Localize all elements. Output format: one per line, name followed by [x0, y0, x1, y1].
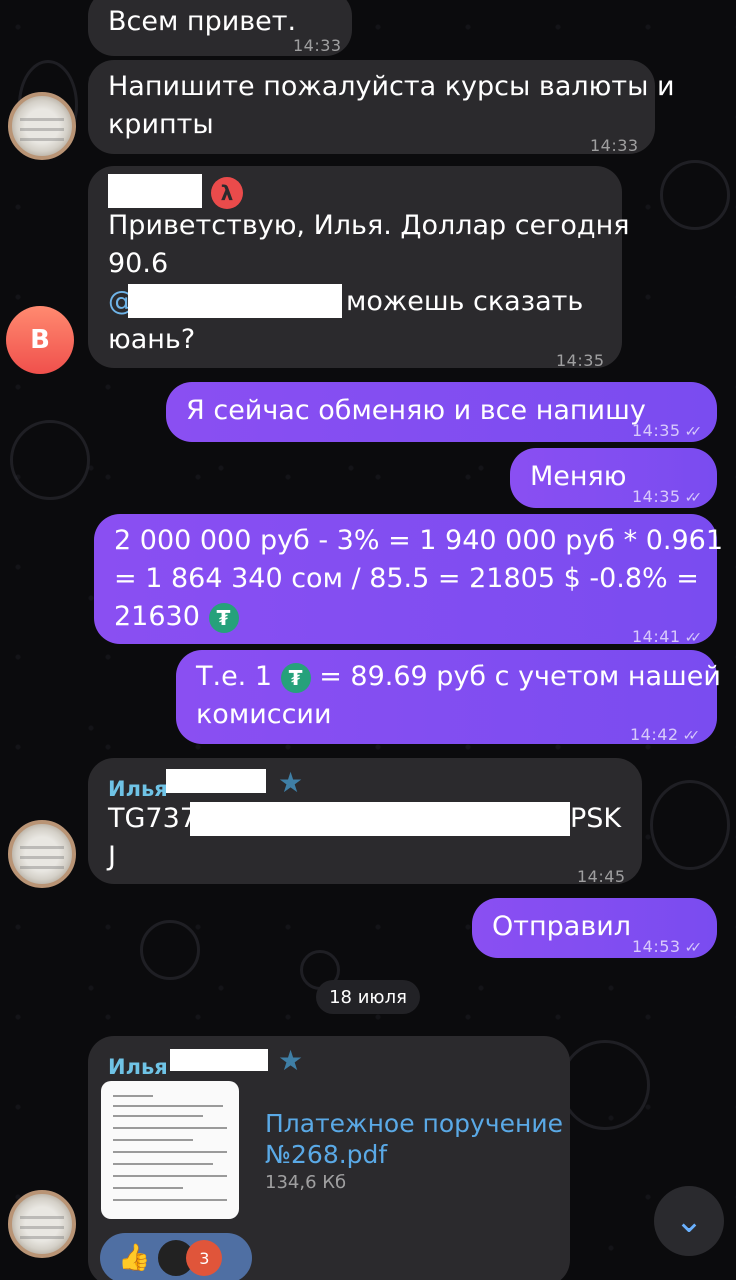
message-time: 14:53 ✓✓ [632, 937, 703, 956]
redacted-sender-surname [166, 769, 266, 793]
message-text: J [108, 841, 116, 872]
pdf-thumbnail[interactable] [101, 1081, 239, 1219]
avatar-v[interactable]: В [6, 306, 74, 374]
message-text: 21630 ₮ [114, 598, 239, 636]
message-time: 14:35 ✓✓ [632, 421, 703, 440]
message-bubble-outgoing[interactable]: Т.е. 1 ₮ = 89.69 руб с учетом нашей коми… [176, 650, 721, 744]
star-icon: ★ [278, 766, 304, 799]
message-time: 14:45 [577, 867, 626, 886]
message-time: 14:35 [556, 351, 605, 370]
wallpaper-doodle [650, 780, 730, 870]
message-bubble-outgoing[interactable]: Отправил 14:53 ✓✓ [472, 898, 717, 958]
message-text: Я сейчас обменяю и все напишу [186, 395, 646, 426]
wallpaper-doodle [10, 420, 90, 500]
message-text: Напишите пожалуйста курсы валюты и [108, 71, 675, 102]
message-text: Всем привет. [108, 6, 297, 37]
redacted-sender-name [108, 174, 202, 208]
message-bubble-outgoing[interactable]: 2 000 000 руб - 3% = 1 940 000 руб * 0.9… [94, 514, 723, 646]
wallpaper-doodle [140, 920, 200, 980]
redacted-sender-surname [170, 1049, 268, 1071]
read-ticks-icon: ✓✓ [682, 728, 701, 744]
read-ticks-icon: ✓✓ [684, 424, 703, 440]
chevron-down-icon: ⌄ [674, 1201, 704, 1241]
read-ticks-icon: ✓✓ [684, 630, 703, 646]
wallpaper-doodle [560, 1040, 650, 1130]
message-bubble-outgoing[interactable]: Меняю 14:35 ✓✓ [510, 448, 717, 508]
message-text: можешь сказать [346, 286, 584, 317]
message-text: комиссии [196, 699, 332, 730]
sender-badge-icon: λ [211, 177, 243, 209]
message-text: Т.е. 1 ₮ = 89.69 руб с учетом нашей [196, 661, 721, 693]
date-separator: 18 июля [316, 980, 420, 1014]
message-time: 14:42 ✓✓ [630, 725, 701, 744]
message-text: 90.6 [108, 248, 169, 279]
message-text: PSK [570, 803, 622, 834]
message-text: Меняю [530, 461, 627, 492]
read-ticks-icon: ✓✓ [684, 490, 703, 506]
redacted-account-number [190, 802, 570, 836]
tether-icon: ₮ [280, 662, 311, 693]
message-text: крипты [108, 109, 214, 140]
reactions-bar[interactable]: 👍 3 [100, 1233, 252, 1280]
message-bubble-outgoing[interactable]: Я сейчас обменяю и все напишу 14:35 ✓✓ [166, 382, 717, 442]
star-icon: ★ [278, 1044, 304, 1077]
message-text: Отправил [492, 911, 632, 942]
message-bubble-incoming[interactable]: Напишите пожалуйста курсы валюты и крипт… [88, 60, 675, 155]
reaction-count: 3 [186, 1240, 223, 1276]
message-text: = 1 864 340 сом / 85.5 = 21805 $ -0.8% = [114, 563, 699, 594]
message-text: 2 000 000 руб - 3% = 1 940 000 руб * 0.9… [114, 525, 724, 556]
file-name-link[interactable]: Платежное поручение №268.pdf [265, 1108, 563, 1170]
message-text: Приветствую, Илья. Доллар сегодня [108, 210, 630, 241]
message-time: 14:33 [590, 136, 639, 155]
file-size: 134,6 Кб [265, 1172, 347, 1193]
thumbs-up-icon: 👍 [118, 1243, 151, 1273]
message-text: юань? [108, 324, 196, 355]
redacted-mention [128, 284, 342, 318]
message-time: 14:35 ✓✓ [632, 487, 703, 506]
avatar-ilya[interactable] [8, 1190, 76, 1258]
message-text: TG737 [108, 803, 197, 834]
message-bubble-incoming[interactable]: Приветствую, Илья. Доллар сегодня 90.6 @… [88, 166, 630, 370]
wallpaper-doodle [660, 160, 730, 230]
avatar-ilya[interactable] [8, 92, 76, 160]
scroll-down-button[interactable]: ⌄ [654, 1186, 724, 1256]
message-bubble-incoming[interactable]: Всем привет. 14:33 [88, 0, 352, 56]
tether-icon: ₮ [208, 602, 239, 633]
avatar-ilya[interactable] [8, 820, 76, 888]
message-bubble-incoming[interactable]: Илья ★ TG737 PSK J 14:45 [88, 758, 642, 886]
read-ticks-icon: ✓✓ [684, 940, 703, 956]
